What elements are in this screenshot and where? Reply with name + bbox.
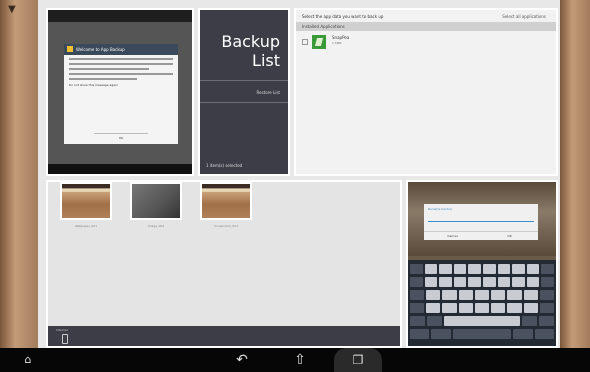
backup-list-title: Backup List	[200, 10, 288, 70]
keyboard-row	[410, 277, 554, 287]
app-row[interactable]: SnapPea 1.5MB	[296, 31, 556, 53]
title-line-2: List	[252, 51, 280, 70]
thumbnail-caption: Wallpaper_001	[74, 224, 98, 228]
text-line	[69, 68, 149, 70]
gallery-thumbnail[interactable]	[200, 182, 252, 220]
warning-icon	[67, 46, 73, 52]
text-line	[69, 73, 173, 75]
gallery-thumbnail[interactable]	[60, 182, 112, 220]
divider	[200, 102, 288, 103]
ok-button-label: OK	[118, 136, 124, 140]
thumbnail-caption: Screenshot_003	[213, 224, 239, 228]
dialog-buttons: Cancel OK	[424, 231, 538, 240]
back-icon[interactable]: ↶	[232, 351, 252, 369]
phone-icon[interactable]	[62, 334, 68, 344]
app-checkbox[interactable]	[302, 39, 308, 45]
on-screen-keyboard[interactable]	[408, 260, 556, 346]
selection-status: 1 item(s) selected	[206, 163, 243, 168]
select-all-checkbox[interactable]: Select all applications	[502, 14, 546, 19]
panel-heading: Select the app data you want to back up …	[296, 10, 556, 22]
app-selection-panel[interactable]: Select the app data you want to back up …	[294, 8, 558, 176]
wood-frame-left: ▼	[0, 0, 38, 348]
heading-text: Select the app data you want to back up	[302, 14, 384, 19]
keyboard-row	[410, 303, 554, 313]
rename-dialog-title: Rename backup	[428, 207, 453, 211]
dialog-title: Welcome to App Backup	[76, 47, 125, 52]
text-line	[69, 78, 138, 80]
keyboard-row	[410, 316, 554, 326]
home-icon[interactable]: ⌂	[18, 351, 38, 369]
recent-apps-icon[interactable]: ❐	[348, 351, 368, 369]
snappea-app-icon	[312, 35, 326, 49]
home-button-icon[interactable]: ⇧	[290, 351, 310, 369]
wood-frame-right	[560, 0, 590, 348]
welcome-dialog: Welcome to App Backup Do not show this m…	[64, 44, 178, 144]
dialog-screenshot-panel[interactable]: Welcome to App Backup Do not show this m…	[46, 8, 194, 176]
section-header: Installed Applications	[296, 22, 556, 31]
ok-button[interactable]: OK	[94, 133, 148, 140]
restore-list-link[interactable]: Restore List	[257, 90, 280, 95]
ok-button[interactable]: OK	[481, 232, 538, 240]
mini-nav-bar	[48, 164, 192, 174]
keyboard-row	[410, 329, 554, 339]
name-input[interactable]	[428, 216, 534, 222]
status-bar	[48, 10, 192, 22]
dialog-header: Welcome to App Backup	[64, 44, 178, 55]
title-line-1: Backup	[221, 32, 280, 51]
text-line	[69, 63, 173, 65]
gallery-panel[interactable]: Wallpaper_001 Image_002 Screenshot_003 I…	[46, 180, 402, 348]
keyboard-row	[410, 290, 554, 300]
backup-list-panel[interactable]: Backup List Restore List 1 item(s) selec…	[198, 8, 290, 176]
thumbnail-caption: Image_002	[147, 224, 165, 228]
divider	[200, 80, 288, 81]
app-name: SnapPea	[332, 35, 350, 40]
keyboard-screenshot-panel[interactable]: Rename backup Cancel OK	[406, 180, 558, 348]
app-size: 1.5MB	[332, 41, 342, 45]
text-line	[69, 58, 173, 60]
recent-apps-canvas: Welcome to App Backup Do not show this m…	[38, 0, 560, 348]
gallery-footer: Internal	[48, 326, 400, 346]
dont-show-checkbox-label[interactable]: Do not show this message again	[69, 83, 173, 87]
chevron-down-icon[interactable]: ▼	[8, 4, 16, 15]
cancel-button[interactable]: Cancel	[424, 232, 481, 240]
storage-label: Internal	[56, 328, 68, 332]
navigation-bar: ⌂ ↶ ⇧ ❐	[0, 348, 590, 372]
gallery-thumbnail[interactable]	[130, 182, 182, 220]
keyboard-row	[410, 264, 554, 274]
rename-dialog: Rename backup Cancel OK	[424, 204, 538, 240]
